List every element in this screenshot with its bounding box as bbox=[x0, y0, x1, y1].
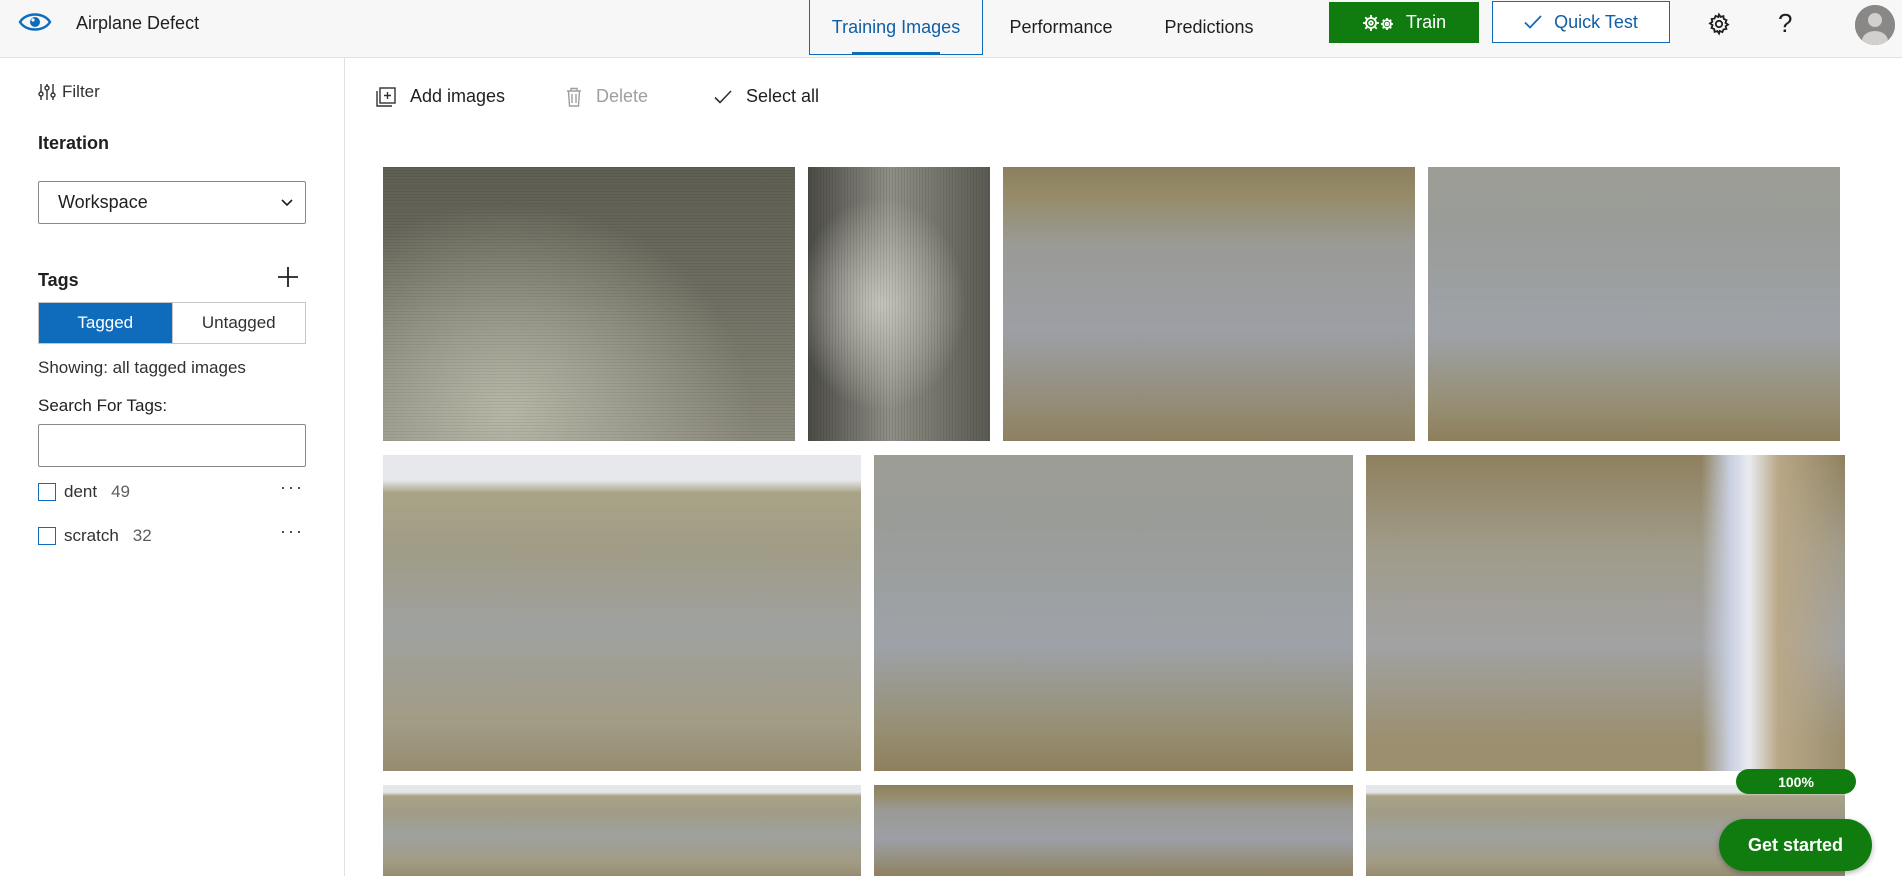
gear-icon[interactable] bbox=[1707, 12, 1731, 36]
training-image-9[interactable] bbox=[874, 785, 1353, 876]
tagged-toggle: Tagged Untagged bbox=[38, 302, 306, 344]
tag-checkbox[interactable] bbox=[38, 483, 56, 501]
add-images-button[interactable]: Add images bbox=[376, 86, 505, 107]
tags-title: Tags bbox=[38, 270, 79, 290]
plus-icon[interactable] bbox=[276, 265, 300, 289]
quick-test-button[interactable]: Quick Test bbox=[1492, 1, 1670, 43]
avatar[interactable] bbox=[1855, 5, 1895, 45]
add-images-icon bbox=[376, 86, 396, 107]
chevron-down-icon bbox=[281, 198, 293, 206]
eye-icon[interactable] bbox=[18, 9, 52, 35]
top-header: Airplane Defect Training Images Performa… bbox=[0, 0, 1902, 58]
tagged-button[interactable]: Tagged bbox=[39, 303, 172, 343]
help-icon[interactable]: ? bbox=[1778, 8, 1792, 39]
checkmark-icon bbox=[1524, 15, 1542, 29]
checkmark-icon bbox=[714, 89, 732, 104]
filter-label: Filter bbox=[62, 82, 100, 101]
tag-name: scratch bbox=[64, 526, 119, 545]
untagged-button[interactable]: Untagged bbox=[171, 303, 305, 343]
training-image-7[interactable] bbox=[1366, 455, 1845, 771]
select-all-label: Select all bbox=[746, 86, 820, 106]
get-started-button[interactable]: Get started bbox=[1719, 819, 1872, 871]
training-image-4[interactable] bbox=[1428, 167, 1840, 441]
search-tags-label: Search For Tags: bbox=[38, 396, 168, 415]
user-silhouette-icon bbox=[1855, 5, 1895, 45]
train-button[interactable]: Train bbox=[1329, 2, 1479, 43]
more-options-icon[interactable]: ··· bbox=[280, 521, 304, 542]
tab-predictions[interactable]: Predictions bbox=[1150, 0, 1268, 55]
delete-button[interactable]: Delete bbox=[566, 86, 648, 107]
project-title: Airplane Defect bbox=[76, 13, 200, 33]
iteration-value: Workspace bbox=[58, 192, 148, 212]
sidebar: Filter Iteration Workspace Tags Tagged U… bbox=[0, 58, 345, 876]
select-all-button[interactable]: Select all bbox=[714, 86, 819, 107]
tag-count: 32 bbox=[132, 526, 152, 545]
tag-name: dent bbox=[64, 482, 98, 501]
quick-test-label: Quick Test bbox=[1554, 11, 1638, 32]
iteration-select[interactable]: Workspace bbox=[38, 181, 306, 224]
tag-count: 49 bbox=[111, 482, 131, 501]
tag-checkbox[interactable] bbox=[38, 527, 56, 545]
tag-row-dent: dent 49 ··· bbox=[38, 477, 306, 505]
upload-progress-badge: 100% bbox=[1736, 769, 1856, 794]
training-image-3[interactable] bbox=[1003, 167, 1415, 441]
search-tags-input[interactable] bbox=[38, 424, 306, 467]
filter-button[interactable]: Filter bbox=[38, 82, 100, 102]
tab-training-images[interactable]: Training Images bbox=[809, 0, 983, 55]
train-label: Train bbox=[1405, 12, 1447, 32]
add-images-label: Add images bbox=[410, 86, 506, 106]
training-image-8[interactable] bbox=[383, 785, 861, 876]
gears-icon bbox=[1362, 14, 1393, 31]
showing-text: Showing: all tagged images bbox=[38, 358, 246, 377]
training-image-2[interactable] bbox=[808, 167, 990, 441]
tab-performance[interactable]: Performance bbox=[996, 0, 1126, 55]
filter-icon bbox=[38, 84, 56, 100]
training-image-5[interactable] bbox=[383, 455, 861, 771]
more-options-icon[interactable]: ··· bbox=[280, 477, 304, 498]
training-image-6[interactable] bbox=[874, 455, 1353, 771]
trash-icon bbox=[567, 87, 581, 107]
training-image-1[interactable] bbox=[383, 167, 795, 441]
command-bar: Add images Delete Select all bbox=[346, 58, 1902, 138]
tag-row-scratch: scratch 32 ··· bbox=[38, 521, 306, 549]
iteration-title: Iteration bbox=[38, 133, 110, 153]
delete-label: Delete bbox=[596, 86, 649, 106]
